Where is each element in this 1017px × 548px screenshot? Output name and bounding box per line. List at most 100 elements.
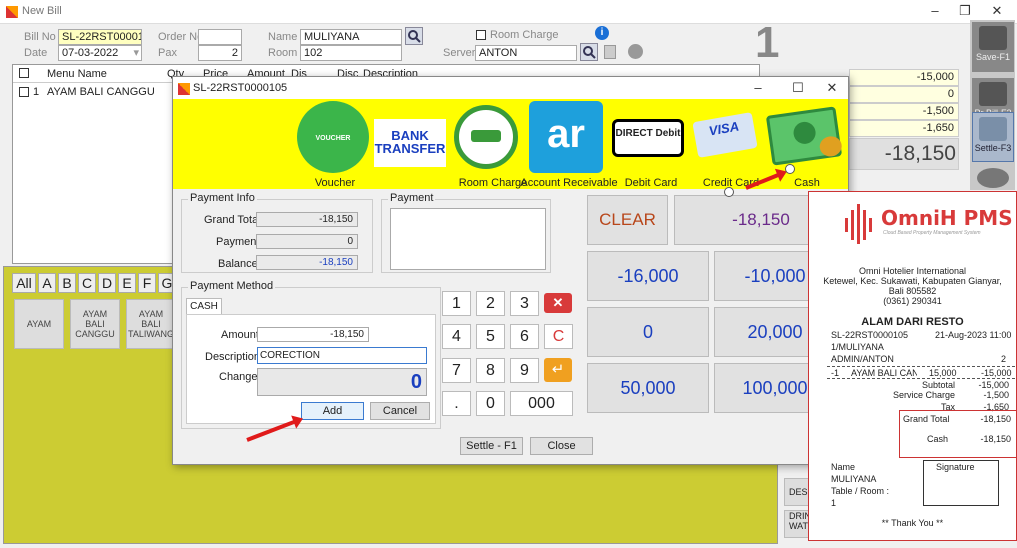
filter-f[interactable]: F bbox=[138, 273, 156, 293]
calculator-icon bbox=[979, 117, 1007, 141]
window-title: New Bill bbox=[22, 5, 62, 17]
filter-e[interactable]: E bbox=[118, 273, 136, 293]
settle-f1-button[interactable]: Settle - F1 bbox=[460, 437, 523, 455]
add-button[interactable]: Add bbox=[301, 402, 364, 420]
floppy-disk-icon bbox=[979, 26, 1007, 50]
keypad-0[interactable]: 0 bbox=[476, 391, 505, 416]
keypad-9[interactable]: 9 bbox=[510, 358, 539, 383]
filter-all[interactable]: All bbox=[12, 273, 36, 293]
filter-d[interactable]: D bbox=[98, 273, 116, 293]
change-label: Change bbox=[219, 371, 258, 383]
quick-amount-button[interactable]: -16,000 bbox=[587, 251, 709, 301]
cancel-button[interactable]: Cancel bbox=[370, 402, 430, 420]
amount-input[interactable]: -18,150 bbox=[257, 327, 369, 342]
payment-list-group: Payment bbox=[381, 192, 551, 273]
payment-list[interactable] bbox=[390, 208, 546, 270]
bank-transfer-icon: BANK TRANSFER bbox=[374, 119, 446, 167]
keypad-000[interactable]: 000 bbox=[510, 391, 573, 416]
keypad-6[interactable]: 6 bbox=[510, 324, 539, 349]
room-charge-checkbox[interactable] bbox=[476, 30, 486, 40]
filter-c[interactable]: C bbox=[78, 273, 96, 293]
menu-item-button[interactable]: AYAM BALI CANGGU bbox=[70, 299, 120, 349]
calendar-dropdown-icon[interactable]: ▾ bbox=[133, 46, 139, 60]
quick-amount-button[interactable]: 0 bbox=[587, 307, 709, 357]
backspace-icon: ✕ bbox=[544, 293, 572, 313]
tab-cash[interactable]: CASH bbox=[186, 298, 222, 314]
enter-key[interactable]: ↵ bbox=[544, 358, 573, 383]
server-field[interactable]: ANTON bbox=[475, 45, 577, 61]
keypad-1[interactable]: 1 bbox=[442, 291, 471, 316]
menu-item-button[interactable]: AYAM bbox=[14, 299, 64, 349]
clipboard-icon[interactable] bbox=[604, 45, 616, 59]
receipt-cash-label: Cash bbox=[927, 434, 949, 444]
bill-no-field[interactable]: SL-22RST0000105 bbox=[58, 29, 142, 45]
col-menu-name: Menu Name bbox=[47, 68, 107, 80]
receipt-subtotal-label: Subtotal bbox=[921, 380, 955, 390]
keypad-5[interactable]: 5 bbox=[476, 324, 505, 349]
printer-icon[interactable] bbox=[628, 44, 643, 59]
summary-total: -18,150 bbox=[849, 138, 959, 170]
receipt-preview: OmniH PMS Cloud Based Property Managemen… bbox=[808, 191, 1017, 541]
payment-info-title: Payment Info bbox=[188, 192, 257, 204]
table-number-display: 1 bbox=[755, 18, 780, 67]
receipt-bill-no: SL-22RST0000105 bbox=[831, 330, 909, 340]
dialog-close-button[interactable]: ✕ bbox=[817, 80, 847, 98]
filter-b[interactable]: B bbox=[58, 273, 76, 293]
dialog-maximize-button[interactable]: ☐ bbox=[783, 80, 813, 98]
row-number: 1 bbox=[33, 86, 40, 98]
description-input[interactable]: CORECTION bbox=[257, 347, 427, 364]
payment-method-debit-card[interactable]: DIRECT Debit Debit Card bbox=[611, 101, 685, 189]
restore-button[interactable]: ❐ bbox=[950, 3, 980, 21]
receipt-subtotal: -15,000 bbox=[978, 380, 1009, 390]
search-server-icon[interactable] bbox=[580, 43, 598, 61]
category-drink-button[interactable]: DRIN WAT bbox=[784, 510, 810, 538]
date-field[interactable]: 07-03-2022 ▾ bbox=[58, 45, 142, 61]
filter-a[interactable]: A bbox=[38, 273, 56, 293]
payment-method-account-receivable[interactable]: ar Account Receivable bbox=[520, 101, 618, 189]
payment-method-room-charge[interactable]: Room Charge bbox=[453, 101, 527, 189]
menu-item-button[interactable]: AYAM BALI TALIWANG bbox=[126, 299, 176, 349]
quick-amount-button[interactable]: 50,000 bbox=[587, 363, 709, 413]
annotation-pointer-dot bbox=[724, 187, 734, 197]
payment-method-credit-card[interactable]: VISA Credit Card bbox=[691, 101, 759, 189]
payment-list-title: Payment bbox=[388, 192, 436, 204]
clear-entry-key[interactable]: C bbox=[544, 324, 573, 349]
minimize-button[interactable]: – bbox=[920, 3, 950, 21]
round-icon[interactable] bbox=[977, 168, 1009, 188]
keypad-7[interactable]: 7 bbox=[442, 358, 471, 383]
receipt-phone: (0361) 290341 bbox=[883, 296, 942, 306]
keypad-2[interactable]: 2 bbox=[476, 291, 505, 316]
clear-button[interactable]: CLEAR bbox=[587, 195, 668, 245]
grand-total-label: Grand Total bbox=[204, 214, 261, 226]
room-field[interactable]: 102 bbox=[300, 45, 402, 61]
keypad-8[interactable]: 8 bbox=[476, 358, 505, 383]
signature-box: Signature bbox=[923, 460, 999, 506]
keypad-dot[interactable]: . bbox=[442, 391, 471, 416]
category-dessert-button[interactable]: DESS bbox=[784, 478, 810, 506]
settle-button[interactable]: Settle-F3 bbox=[972, 112, 1014, 162]
info-icon[interactable]: i bbox=[595, 26, 609, 40]
payment-method-bank-transfer[interactable]: BANK TRANSFER bbox=[373, 101, 447, 167]
close-window-button[interactable]: ✕ bbox=[982, 3, 1012, 21]
window-titlebar: New Bill – ❐ ✕ bbox=[0, 0, 1017, 24]
change-display: 0 bbox=[257, 368, 427, 396]
name-field[interactable]: MULIYANA bbox=[300, 29, 402, 45]
pax-field[interactable]: 2 bbox=[198, 45, 242, 61]
receipt-item-price: 15,000 bbox=[929, 368, 957, 378]
dialog-minimize-button[interactable]: – bbox=[743, 80, 773, 98]
order-no-field[interactable] bbox=[198, 29, 242, 45]
receipt-datetime: 21-Aug-2023 11:00 bbox=[935, 330, 1012, 340]
row-checkbox[interactable] bbox=[19, 87, 29, 97]
payment-method-voucher[interactable]: VOUCHER Voucher bbox=[295, 101, 371, 189]
keypad-3[interactable]: 3 bbox=[510, 291, 539, 316]
payment-method-cash[interactable]: Cash bbox=[765, 101, 843, 189]
select-all-checkbox[interactable] bbox=[19, 68, 29, 78]
keypad-4[interactable]: 4 bbox=[442, 324, 471, 349]
search-guest-icon[interactable] bbox=[405, 27, 423, 45]
backspace-key[interactable]: ✕ bbox=[544, 291, 573, 316]
receipt-signature-label: Signature bbox=[936, 462, 975, 472]
close-button[interactable]: Close bbox=[530, 437, 593, 455]
row-menu-name: AYAM BALI CANGGU bbox=[47, 86, 155, 98]
receipt-brand: OmniH PMS bbox=[881, 206, 1013, 230]
save-button[interactable]: Save-F1 bbox=[972, 22, 1014, 72]
